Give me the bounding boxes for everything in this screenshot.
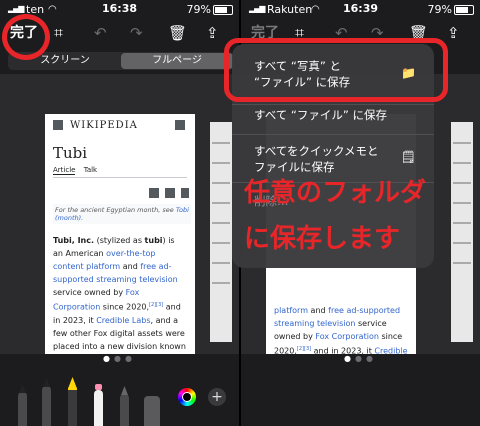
article-body: platform and free ad-supported streaming… [274, 304, 408, 354]
page-thumbnail [210, 122, 232, 342]
crop-icon[interactable]: ⌗ [54, 20, 63, 46]
add-icon[interactable]: + [208, 388, 226, 406]
body-text: and [120, 262, 141, 271]
article-link: free ad-supported [328, 306, 401, 315]
wiki-header: WIKIPEDIA [45, 114, 195, 136]
undo-icon[interactable]: ↶ [94, 20, 107, 46]
bold-text: Tubi, Inc. [53, 236, 95, 245]
body-text: and in 2023, it [311, 346, 375, 354]
language-icon [149, 188, 159, 198]
quick-note-icon: 🗒 [400, 150, 416, 164]
page-dots: ●●● [103, 354, 136, 363]
page-title: Tubi [53, 144, 88, 162]
annotation-line-2: に保存します [244, 224, 401, 254]
lasso-icon[interactable] [120, 386, 129, 426]
menu-item-label: すべてをクイックメモと ファイルに保存 [254, 144, 379, 174]
markup-tools: + [0, 366, 239, 426]
bold-text: tubi [144, 236, 163, 245]
menu-item-label: すべて “ファイル” に保存 [254, 108, 387, 122]
markup-tools [241, 366, 480, 426]
pencil-icon[interactable] [42, 378, 51, 426]
share-icon[interactable]: ⇪ [447, 20, 460, 46]
marker-icon[interactable] [68, 377, 77, 426]
body-text: since 2020, [100, 302, 150, 312]
battery-icon [213, 5, 233, 15]
status-bar: ▂▄▆ Rakuten ◠ 16:39 79% [241, 0, 480, 18]
color-picker-icon[interactable] [178, 388, 196, 406]
menu-item-highlight [224, 38, 448, 102]
tab-full-page[interactable]: フルページ [121, 53, 233, 69]
eraser-icon[interactable] [94, 384, 103, 426]
battery-percent: 79% [427, 3, 452, 16]
article-link: streaming television [274, 319, 356, 328]
battery-percent: 79% [186, 3, 211, 16]
wikipedia-page: WIKIPEDIA Tubi Article Talk For the anci… [45, 114, 195, 354]
citation: [2][3] [296, 346, 312, 352]
citation: [2][3] [149, 302, 164, 308]
page-preview: WIKIPEDIA Tubi Article Talk For the anci… [0, 74, 239, 354]
menu-item-save-files[interactable]: すべて “ファイル” に保存 [232, 104, 434, 135]
article-tabs: Article Talk [53, 166, 187, 178]
ruler-icon[interactable] [144, 396, 160, 426]
tab-article: Article [53, 166, 76, 175]
body-text: (stylized as [94, 236, 145, 245]
article-link: Fox Corporation [315, 332, 379, 341]
article-link: Credible Labs [96, 315, 151, 325]
page-thumbnail [451, 122, 473, 342]
battery-icon [454, 5, 474, 15]
hatnote: For the ancient Egyptian month, see Tobi… [53, 204, 191, 224]
redo-icon[interactable]: ↷ [130, 20, 143, 46]
done-button-highlight [2, 14, 50, 60]
share-icon[interactable]: ⇪ [206, 20, 219, 46]
pen-icon[interactable] [18, 384, 27, 426]
star-icon [165, 188, 175, 198]
body-text: service owned by [53, 288, 126, 297]
wiki-logo: WIKIPEDIA [70, 120, 138, 131]
left-screenshot-editor: ▂▄▆ ten ◠ 16:38 79% 完了 ⌗ ↶ ↷ 🗑 ⇪ スクリーン フ… [0, 0, 239, 426]
article-link: platform [274, 306, 308, 315]
menu-icon [53, 120, 63, 130]
page-dots: ●●● [344, 354, 377, 363]
search-icon [175, 120, 185, 130]
annotation-line-1: 任意のフォルダ [244, 178, 427, 208]
capture-mode-segment: スクリーン フルページ [8, 52, 234, 70]
edit-icon [181, 188, 189, 198]
article-body: Tubi, Inc. (stylized as tubi) is an Amer… [53, 234, 187, 354]
tab-talk: Talk [83, 166, 98, 174]
trash-icon[interactable]: 🗑 [168, 20, 187, 46]
body-text: and [308, 306, 329, 315]
